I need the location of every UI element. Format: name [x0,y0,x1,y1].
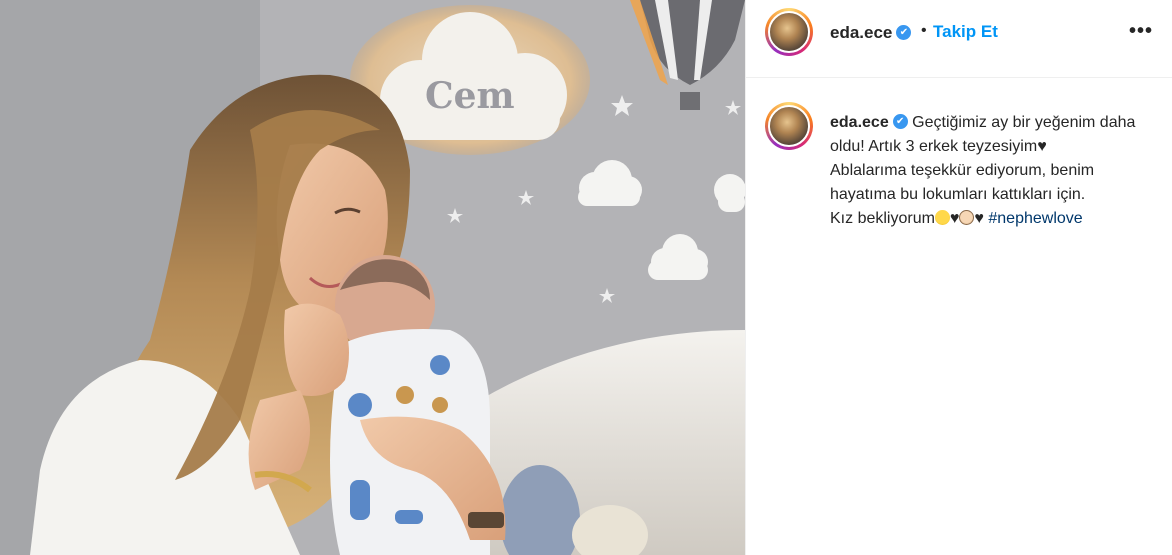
laughing-crying-emoji-icon [934,210,950,226]
post-photo[interactable]: Cem [0,0,745,555]
header-username[interactable]: eda.ece ✔ [830,23,912,43]
photo-illustration: Cem [0,0,745,555]
heart-icon-2: ♥ [974,210,984,227]
caption-verified-badge-icon: ✔ [892,114,908,130]
caption-text: eda.ece ✔ Geçtiğimiz ay bir yeğenim daha … [830,111,1150,231]
more-options-icon[interactable]: ••• [1129,20,1153,43]
baby-emoji-icon [959,210,975,226]
caption-line-3: Kız bekliyorum [830,210,935,227]
caption-avatar[interactable] [765,102,813,150]
separator-dot: • [921,22,927,39]
follow-button[interactable]: Takip Et [933,22,998,42]
verified-badge-icon: ✔ [896,25,912,41]
post-side-panel: eda.ece ✔ • Takip Et ••• eda.ece ✔ Geçtiği… [745,0,1172,555]
caption-line-2: Ablalarıma teşekkür ediyorum, benim haya… [830,162,1095,203]
woman-hand-left [284,303,349,396]
hashtag-link[interactable]: #nephewlove [988,210,1082,227]
cloud-name-text: Cem [425,75,515,117]
profile-avatar[interactable] [765,8,813,56]
header-username-text[interactable]: eda.ece [830,23,892,42]
post-header: eda.ece ✔ • Takip Et ••• [746,0,1172,78]
caption-username[interactable]: eda.ece [830,114,889,131]
heart-icon: ♥ [949,210,960,227]
